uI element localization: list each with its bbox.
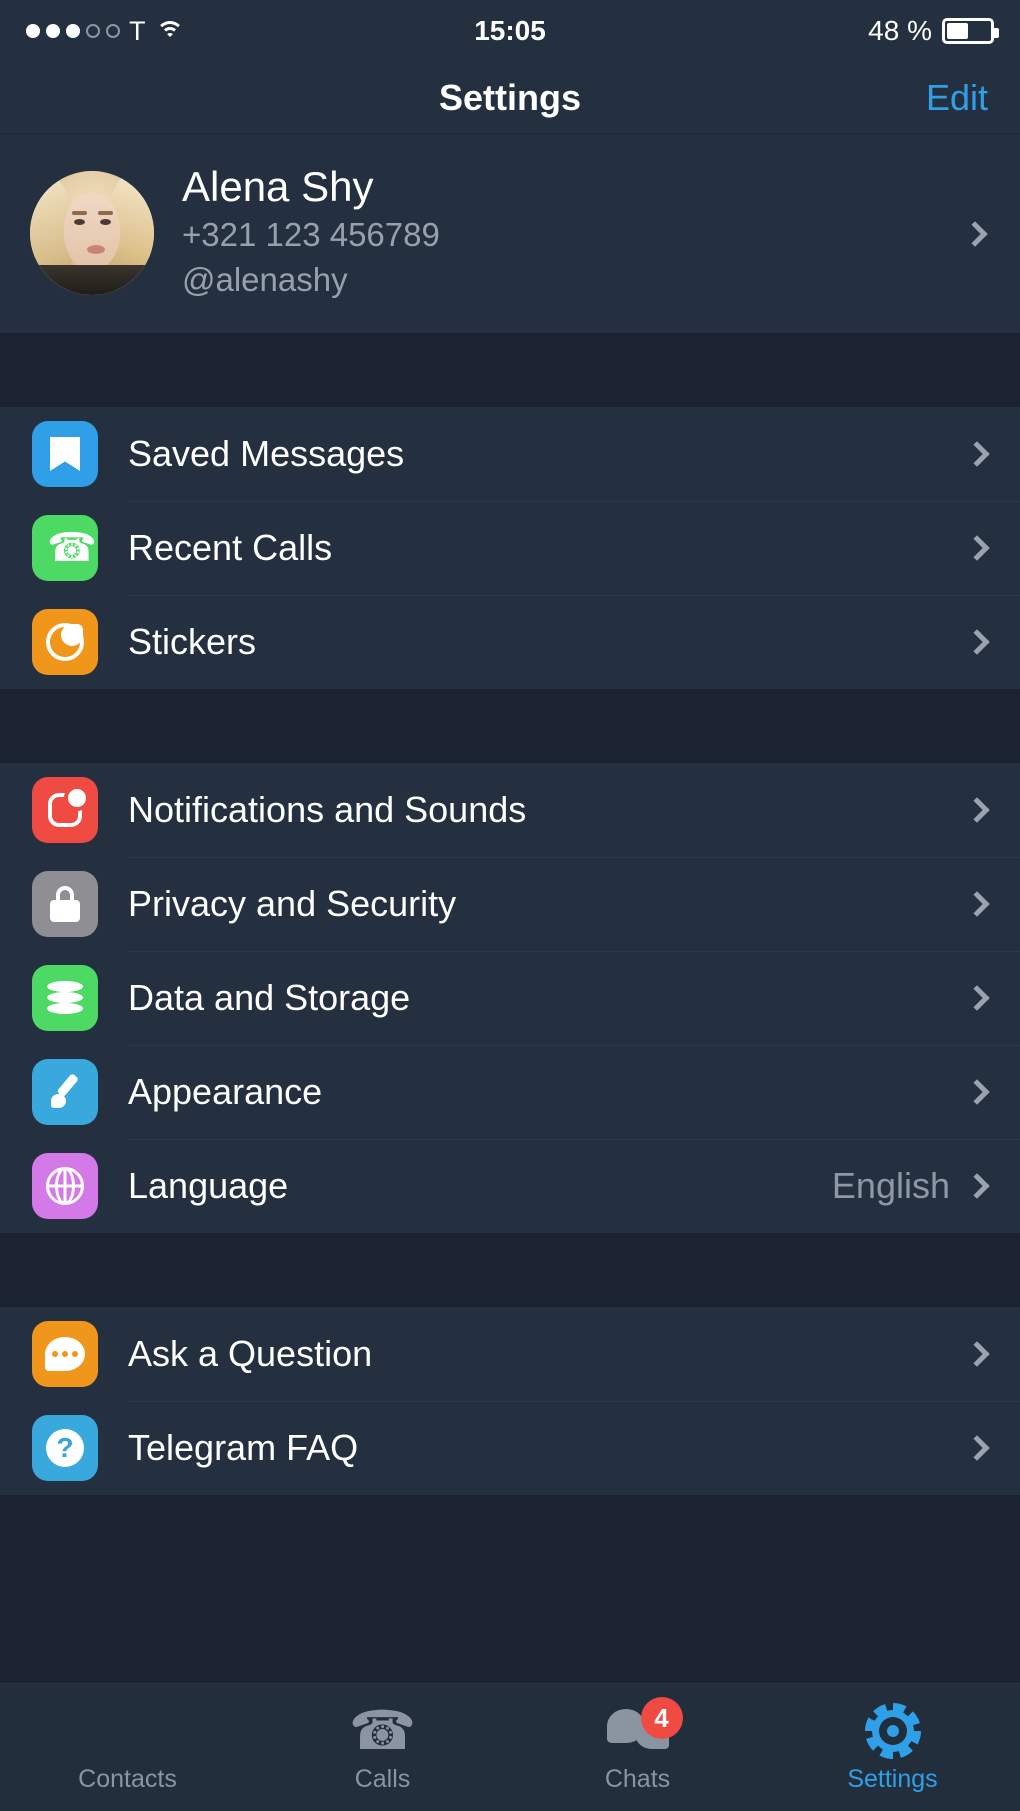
chevron-right-icon: [964, 1341, 990, 1367]
profile-username: @alenashy: [182, 260, 348, 298]
settings-scroll-area[interactable]: Alena Shy +321 123 456789 @alenashy Save…: [0, 134, 1020, 1683]
settings-row-appearance[interactable]: Appearance: [0, 1045, 1020, 1139]
row-label: Stickers: [128, 621, 257, 662]
language-value: English: [831, 1165, 950, 1206]
section-help: Ask a Question ? Telegram FAQ: [0, 1307, 1020, 1495]
chevron-right-icon: [964, 1173, 990, 1199]
tab-chats[interactable]: 4 Chats: [510, 1697, 765, 1794]
tab-bar: Contacts ☎ Calls 4 Chats Settings: [0, 1683, 1020, 1811]
chevron-right-icon: [964, 797, 990, 823]
lock-icon: [32, 871, 98, 937]
row-label: Notifications and Sounds: [128, 789, 527, 830]
chevron-right-icon: [964, 629, 990, 655]
phone-icon: ☎: [348, 1701, 417, 1761]
settings-row-faq[interactable]: ? Telegram FAQ: [0, 1401, 1020, 1495]
row-label: Ask a Question: [128, 1333, 373, 1374]
chevron-right-icon: [964, 985, 990, 1011]
row-label: Appearance: [128, 1071, 323, 1112]
page-title: Settings: [438, 76, 581, 118]
section-gap: [0, 1233, 1020, 1307]
tab-label: Settings: [847, 1765, 938, 1793]
battery-percent-label: 48 %: [868, 15, 932, 46]
phone-icon: [32, 515, 98, 581]
settings-row-language[interactable]: Language English: [0, 1139, 1020, 1233]
battery-icon: [942, 18, 999, 44]
tab-settings[interactable]: Settings: [765, 1701, 1020, 1794]
telegram-settings-screen: T 15:05 48 % Settings Edit Alena Shy +32…: [0, 0, 1020, 1811]
navigation-bar: Settings Edit: [0, 62, 1020, 134]
settings-row-data-storage[interactable]: Data and Storage: [0, 951, 1020, 1045]
settings-row-notifications[interactable]: Notifications and Sounds: [0, 763, 1020, 857]
question-mark-icon: ?: [32, 1415, 98, 1481]
tab-label: Chats: [604, 1765, 671, 1793]
profile-name: Alena Shy: [182, 163, 374, 211]
settings-row-ask-question[interactable]: Ask a Question: [0, 1307, 1020, 1401]
chevron-right-icon: [962, 220, 988, 247]
status-right: 48 %: [868, 15, 999, 47]
row-label: Privacy and Security: [128, 883, 457, 924]
row-label: Recent Calls: [128, 527, 333, 568]
tab-label: Calls: [354, 1765, 411, 1793]
section-preferences: Notifications and Sounds Privacy and Sec…: [0, 763, 1020, 1233]
row-label: Saved Messages: [128, 433, 405, 474]
section-general: Saved Messages Recent Calls Stickers: [0, 407, 1020, 689]
tab-calls[interactable]: ☎ Calls: [255, 1701, 510, 1794]
tab-label: Contacts: [78, 1765, 177, 1793]
profile-phone: +321 123 456789: [182, 215, 440, 253]
row-label: Language: [128, 1165, 289, 1206]
contacts-icon: [106, 1701, 150, 1759]
edit-button[interactable]: Edit: [926, 77, 988, 119]
settings-row-privacy[interactable]: Privacy and Security: [0, 857, 1020, 951]
section-gap: [0, 689, 1020, 763]
gear-icon: [864, 1701, 921, 1759]
profile-row[interactable]: Alena Shy +321 123 456789 @alenashy: [0, 134, 1020, 333]
row-label: Telegram FAQ: [128, 1427, 359, 1468]
chat-bubble-icon: [32, 1321, 98, 1387]
chevron-right-icon: [964, 441, 990, 467]
database-icon: [32, 965, 98, 1031]
settings-row-recent-calls[interactable]: Recent Calls: [0, 501, 1020, 595]
chevron-right-icon: [964, 535, 990, 561]
row-label: Data and Storage: [128, 977, 411, 1018]
unread-badge: 4: [640, 1697, 683, 1739]
avatar[interactable]: [30, 170, 154, 295]
paintbrush-icon: [32, 1059, 98, 1125]
globe-icon: [32, 1153, 98, 1219]
settings-row-stickers[interactable]: Stickers: [0, 595, 1020, 689]
chevron-right-icon: [964, 1079, 990, 1105]
section-gap: [0, 333, 1020, 407]
tab-contacts[interactable]: Contacts: [0, 1701, 255, 1794]
chats-icon: 4: [606, 1697, 683, 1759]
profile-text: Alena Shy +321 123 456789 @alenashy: [182, 163, 440, 301]
chevron-right-icon: [964, 891, 990, 917]
chevron-right-icon: [964, 1435, 990, 1461]
settings-row-saved-messages[interactable]: Saved Messages: [0, 407, 1020, 501]
clock-label: 15:05: [474, 15, 546, 46]
status-bar: T 15:05 48 %: [0, 0, 1020, 62]
bookmark-icon: [32, 421, 98, 487]
bell-icon: [32, 777, 98, 843]
sticker-icon: [32, 609, 98, 675]
